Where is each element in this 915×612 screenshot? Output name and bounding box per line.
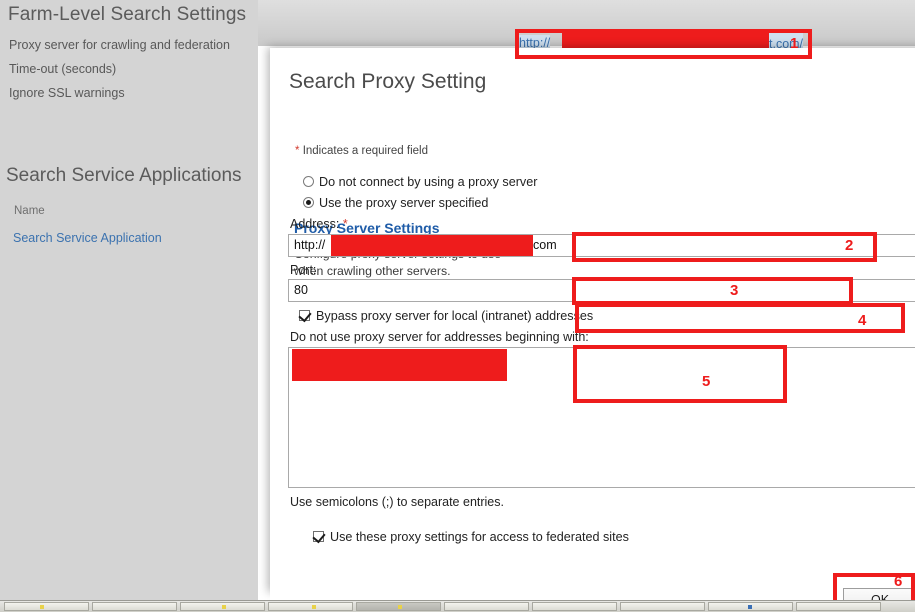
address-required-marker: * xyxy=(342,217,348,231)
annotation-number-1: 1 xyxy=(790,35,799,52)
exceptions-redaction-bar xyxy=(292,349,507,381)
port-label: Port: xyxy=(290,263,317,277)
bypass-local-checkbox-label: Bypass proxy server for local (intranet)… xyxy=(316,309,594,323)
radio-use-proxy-specified-label: Use the proxy server specified xyxy=(319,196,489,210)
taskbar-button[interactable] xyxy=(92,602,177,611)
radio-use-proxy-specified[interactable]: Use the proxy server specified xyxy=(303,196,488,210)
farm-setting-proxy-server: Proxy server for crawling and federation xyxy=(9,38,230,52)
taskbar-icon xyxy=(398,605,402,609)
exceptions-label: Do not use proxy server for addresses be… xyxy=(290,330,589,344)
required-field-note: * Indicates a required field xyxy=(295,145,428,157)
annotation-number-3: 3 xyxy=(730,282,739,299)
taskbar-icon xyxy=(312,605,316,609)
search-service-application-link[interactable]: Search Service Application xyxy=(13,231,162,245)
address-value-prefix: http:// xyxy=(294,238,326,252)
annotation-box-4 xyxy=(575,303,905,333)
required-asterisk: * xyxy=(295,145,300,157)
search-service-applications-title: Search Service Applications xyxy=(6,165,242,186)
address-redaction-bar xyxy=(331,235,533,256)
taskbar-icon xyxy=(222,605,226,609)
radio-use-proxy-specified-input[interactable] xyxy=(303,197,314,208)
taskbar-button[interactable] xyxy=(4,602,89,611)
address-value-suffix: com xyxy=(533,238,557,252)
annotation-box-1 xyxy=(515,29,812,59)
column-header-name: Name xyxy=(14,205,45,217)
exceptions-hint: Use semicolons (;) to separate entries. xyxy=(290,495,504,509)
taskbar-button[interactable] xyxy=(532,602,617,611)
bypass-local-checkbox[interactable]: Bypass proxy server for local (intranet)… xyxy=(299,309,593,323)
address-label-text: Address: xyxy=(290,217,340,231)
annotation-box-3 xyxy=(572,277,853,305)
annotation-number-2: 2 xyxy=(845,237,854,254)
taskbar-icon xyxy=(748,605,752,609)
taskbar-button[interactable] xyxy=(268,602,353,611)
annotation-number-6: 6 xyxy=(894,573,903,590)
federated-sites-checkbox[interactable]: Use these proxy settings for access to f… xyxy=(313,530,629,544)
federated-sites-checkbox-input[interactable] xyxy=(313,531,324,542)
farm-settings-title: Farm-Level Search Settings xyxy=(8,4,247,25)
radio-do-not-connect[interactable]: Do not connect by using a proxy server xyxy=(303,175,537,189)
radio-do-not-connect-input[interactable] xyxy=(303,176,314,187)
federated-sites-checkbox-label: Use these proxy settings for access to f… xyxy=(330,530,629,544)
farm-setting-ignore-ssl: Ignore SSL warnings xyxy=(9,86,125,100)
annotation-number-4: 4 xyxy=(858,312,867,329)
annotation-box-5 xyxy=(573,345,787,403)
radio-do-not-connect-label: Do not connect by using a proxy server xyxy=(319,175,538,189)
taskbar-button[interactable] xyxy=(620,602,705,611)
required-field-note-text: Indicates a required field xyxy=(302,145,428,157)
left-settings-panel: Farm-Level Search Settings Proxy server … xyxy=(0,0,258,601)
taskbar-button[interactable] xyxy=(444,602,529,611)
taskbar-icon xyxy=(40,605,44,609)
annotation-number-5: 5 xyxy=(702,373,711,390)
taskbar xyxy=(0,600,915,612)
annotation-box-2 xyxy=(572,232,877,262)
dialog-title: Search Proxy Setting xyxy=(289,70,487,93)
bypass-local-checkbox-input[interactable] xyxy=(299,310,310,321)
taskbar-button[interactable] xyxy=(796,602,881,611)
address-label: Address: * xyxy=(290,217,348,231)
farm-setting-timeout: Time-out (seconds) xyxy=(9,62,117,76)
